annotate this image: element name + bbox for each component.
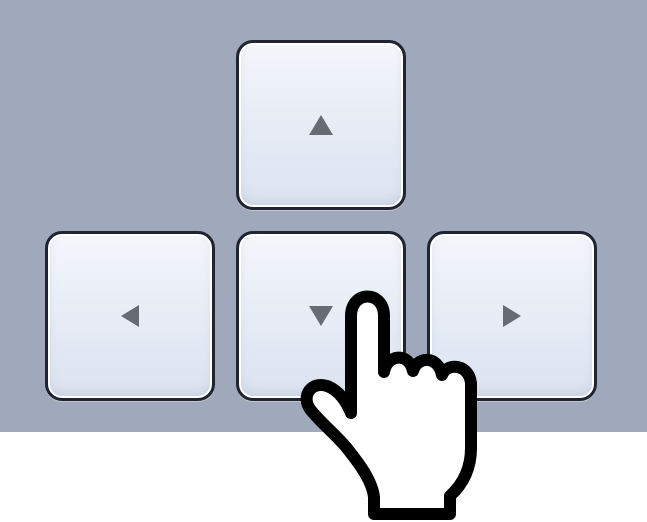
left-arrow-key[interactable] (45, 231, 215, 401)
right-triangle-icon (503, 305, 521, 327)
pointing-hand-icon (300, 290, 477, 520)
up-arrow-key[interactable] (236, 40, 406, 210)
up-triangle-icon (309, 115, 333, 135)
left-triangle-icon (121, 305, 139, 327)
